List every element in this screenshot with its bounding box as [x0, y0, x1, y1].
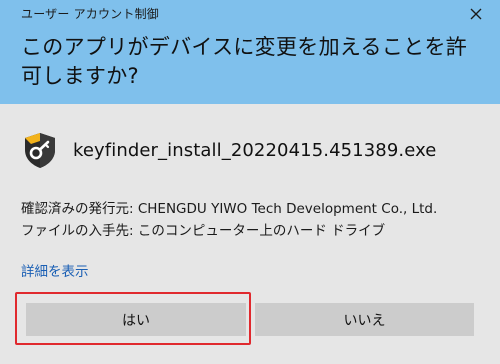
app-row: keyfinder_install_20220415.451389.exe	[21, 128, 436, 172]
window-title: ユーザー アカウント制御	[21, 7, 159, 21]
app-filename: keyfinder_install_20220415.451389.exe	[73, 139, 437, 161]
show-details-link[interactable]: 詳細を表示	[21, 260, 89, 280]
app-info: 確認済みの発行元: CHENGDU YIWO Tech Development …	[21, 198, 437, 242]
yes-button[interactable]: はい	[26, 303, 246, 336]
dialog-header: ユーザー アカウント制御 このアプリがデバイスに変更を加えることを許可しますか?	[0, 0, 500, 104]
uac-dialog: ユーザー アカウント制御 このアプリがデバイスに変更を加えることを許可しますか?…	[0, 0, 500, 364]
key-shield-icon	[25, 133, 55, 168]
no-button[interactable]: いいえ	[255, 303, 474, 336]
close-icon	[470, 8, 482, 20]
publisher-line: 確認済みの発行元: CHENGDU YIWO Tech Development …	[21, 201, 438, 217]
prompt-question: このアプリがデバイスに変更を加えることを許可しますか?	[21, 35, 468, 88]
close-button[interactable]	[466, 4, 486, 24]
origin-line: ファイルの入手先: このコンピューター上のハード ドライブ	[21, 223, 386, 239]
